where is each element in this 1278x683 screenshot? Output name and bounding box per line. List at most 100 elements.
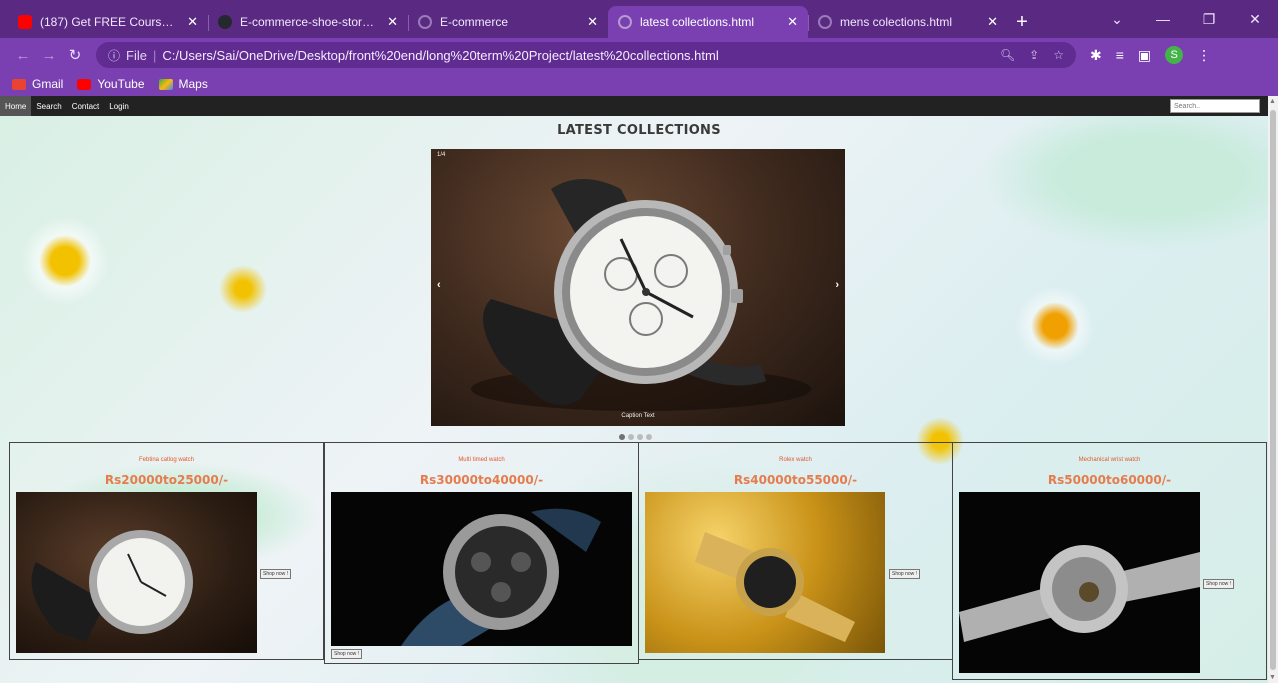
product-name: Mechanical wrist watch [1078,457,1141,463]
watch-image [401,508,601,646]
close-icon[interactable]: ✕ [187,14,198,30]
shop-now-button[interactable]: Shop now ! [260,569,292,579]
product-price: Rs40000to55000/- [733,473,858,487]
browser-tab-2[interactable]: E-commerce ✕ [408,6,608,38]
browser-tab-1[interactable]: E-commerce-shoe-store-/ at ma ✕ [208,6,408,38]
slide-caption: Caption Text [621,413,655,419]
slide-next-chevron-icon[interactable]: › [835,279,839,291]
back-arrow-icon[interactable]: ← [10,47,36,64]
tab-title: E-commerce [440,15,509,29]
reading-list-icon[interactable]: ≡ [1116,47,1124,63]
youtube-icon [77,78,92,90]
scroll-down-arrow-icon[interactable]: ▼ [1269,674,1276,681]
globe-icon [418,15,432,29]
new-tab-plus-icon[interactable]: + [1008,6,1036,38]
browser-tab-strip: (187) Get FREE Courses Online w ✕ E-comm… [0,0,1278,38]
url-separator: | [152,47,157,63]
gmail-icon [12,78,26,90]
nav-home[interactable]: Home [0,96,32,116]
tab-search-chevron-icon[interactable]: ⌄ [1094,11,1140,28]
profile-avatar[interactable]: S [1165,46,1184,64]
close-icon[interactable]: ✕ [587,14,598,30]
window-close-icon[interactable]: ✕ [1232,11,1278,28]
bookmark-label: YouTube [97,77,145,91]
product-image [16,492,257,653]
reload-icon[interactable]: ↻ [62,46,88,64]
menu-kebab-icon[interactable]: ⋮ [1197,47,1211,64]
bookmark-maps[interactable]: Maps [158,77,208,91]
slide-image-watch [471,179,811,411]
product-image [645,492,885,653]
bookmark-youtube[interactable]: YouTube [77,77,145,91]
watch-image [959,545,1200,642]
bookmark-gmail[interactable]: Gmail [12,77,63,91]
nav-contact[interactable]: Contact [67,96,105,116]
search-input[interactable] [1170,99,1260,113]
info-icon[interactable]: ⓘ [108,47,120,64]
github-icon [218,15,232,29]
product-image [331,492,632,646]
maps-icon [158,78,173,90]
url-text[interactable]: C:/Users/Sai/OneDrive/Desktop/front%20en… [162,48,1000,63]
bookmark-star-icon[interactable]: ☆ [1053,48,1064,62]
bookmarks-bar: Gmail YouTube Maps [0,72,1278,96]
scroll-up-arrow-icon[interactable]: ▲ [1269,98,1276,105]
url-scheme: File [126,47,147,63]
product-card: Rolex watch Rs40000to55000/- Shop now ! [638,442,953,660]
browser-toolbar: ← → ↻ ⓘ File | C:/Users/Sai/OneDrive/Des… [0,38,1278,72]
side-panel-icon[interactable]: ▣ [1138,47,1151,64]
close-icon[interactable]: ✕ [987,14,998,30]
shop-now-button[interactable]: Shop now ! [1203,579,1235,589]
product-name: Rolex watch [779,457,812,463]
watch-image [695,532,855,642]
share-icon[interactable]: ⇪ [1029,48,1039,62]
minimize-icon[interactable]: — [1140,11,1186,27]
globe-icon [618,15,632,29]
globe-icon [818,15,832,29]
slide-dots [619,434,652,440]
page-scrollbar[interactable]: ▲ ▼ [1268,96,1278,683]
page-viewport: Home Search Contact Login LATEST COLLECT… [0,96,1268,683]
product-image [959,492,1200,673]
shop-now-button[interactable]: Shop now ! [331,649,363,659]
product-price: Rs30000to40000/- [419,473,544,487]
shop-now-button[interactable]: Shop now ! [889,569,921,579]
address-bar[interactable]: ⓘ File | C:/Users/Sai/OneDrive/Desktop/f… [96,42,1076,68]
bookmark-label: Gmail [32,77,64,91]
tab-title: mens colections.html [840,15,953,29]
zoom-icon[interactable]: 🔍︎ [1000,48,1015,62]
youtube-icon [18,15,32,29]
browser-tab-3[interactable]: latest collections.html ✕ [608,6,808,38]
slide-counter: 1/4 [437,152,446,158]
forward-arrow-icon[interactable]: → [36,47,62,64]
close-icon[interactable]: ✕ [787,14,798,30]
slide-dot[interactable] [637,434,643,440]
bookmark-label: Maps [178,77,208,91]
scrollbar-thumb[interactable] [1270,110,1276,670]
slide-dot[interactable] [646,434,652,440]
window-controls: ⌄ — ❐ ✕ [1094,0,1278,38]
slide-dot[interactable] [619,434,625,440]
slide-dot[interactable] [628,434,634,440]
extensions-puzzle-icon[interactable]: ✱ [1090,47,1102,64]
slideshow: 1/4 ‹ › Caption Text [431,149,845,426]
product-card: Mechanical wrist watch Rs50000to60000/- … [952,442,1267,680]
browser-tab-4[interactable]: mens colections.html ✕ [808,6,1008,38]
slide-prev-chevron-icon[interactable]: ‹ [437,279,441,291]
page-title: LATEST COLLECTIONS [557,123,721,138]
tab-title: E-commerce-shoe-store-/ at ma [240,15,379,29]
product-card: Multi timed watch Rs30000to40000/- Shop … [324,442,639,664]
tab-title: (187) Get FREE Courses Online w [40,15,179,29]
product-price: Rs20000to25000/- [104,473,229,487]
nav-search[interactable]: Search [31,96,66,116]
close-icon[interactable]: ✕ [387,14,398,30]
product-price: Rs50000to60000/- [1047,473,1172,487]
product-name: Febtina catlog watch [138,457,195,463]
nav-login[interactable]: Login [104,96,134,116]
browser-tab-0[interactable]: (187) Get FREE Courses Online w ✕ [8,6,208,38]
top-navigation: Home Search Contact Login [0,96,1268,116]
product-name: Multi timed watch [458,457,505,463]
tab-title: latest collections.html [640,15,755,29]
restore-icon[interactable]: ❐ [1186,11,1232,28]
watch-image [31,530,193,642]
